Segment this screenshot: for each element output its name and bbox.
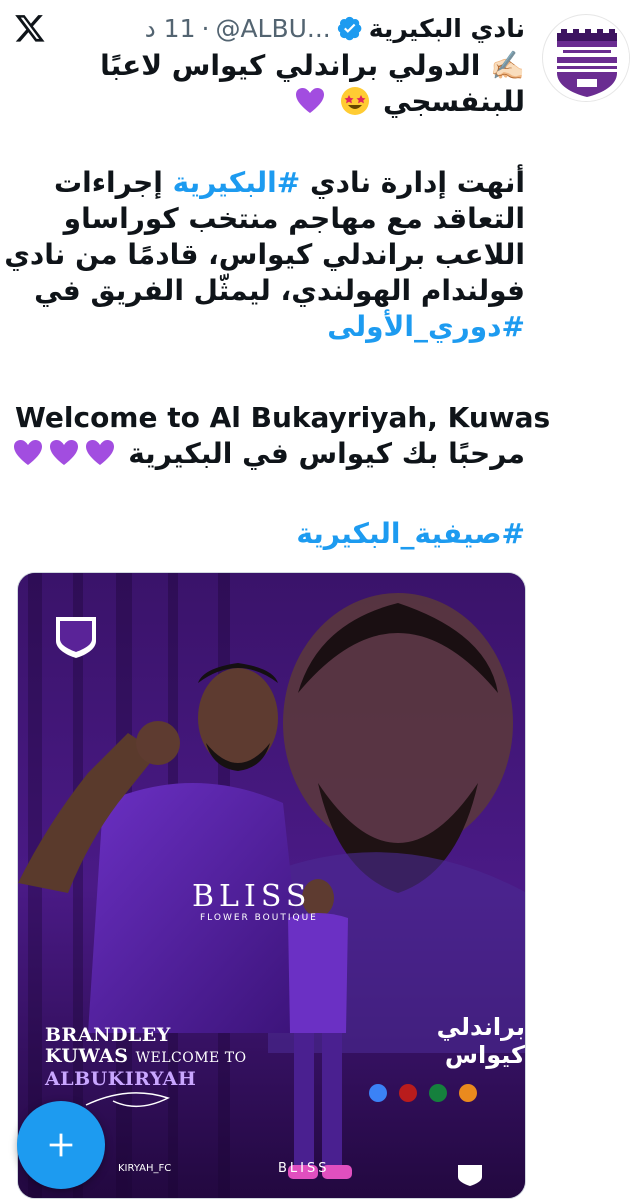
body-line: أنهت إدارة نادي #البكيرية إجراءات (54, 166, 525, 199)
post-body: أنهت إدارة نادي #البكيرية إجراءات التعاق… (4, 165, 525, 345)
display-name[interactable]: نادي البكيرية (369, 14, 525, 43)
body-line: فولندام الهولندي، ليمثّل الفريق في (34, 274, 525, 307)
welcome-text: Welcome to Al Bukayriyah, Kuwas مرحبًا ب… (12, 400, 551, 472)
player-name: BRANDLEY KUWAS WELCOME TO ALBUKIRYAH (45, 1024, 247, 1090)
welcome-arabic: مرحبًا بك كيواس في البكيرية (128, 437, 525, 470)
welcome-arabic-line: مرحبًا بك كيواس في البكيرية (12, 436, 525, 472)
avatar[interactable] (542, 14, 630, 102)
purple-heart-icon (12, 437, 44, 469)
plus-icon (49, 1133, 73, 1157)
body-line: اللاعب براندلي كيواس، قادمًا من نادي (4, 238, 525, 271)
body-line: #دوري_الأولى (15, 309, 525, 345)
user-handle[interactable]: @ALBU... (215, 14, 330, 43)
sponsor-footer: BLISS (278, 1161, 330, 1176)
star-struck-emoji-icon (339, 85, 371, 117)
hashtag-link[interactable]: #دوري_الأولى (327, 310, 525, 343)
hashtag-link[interactable]: #البكيرية (173, 166, 301, 199)
compose-button[interactable] (17, 1101, 105, 1189)
post-time[interactable]: 11 د (145, 14, 196, 43)
x-logo-icon[interactable] (14, 12, 46, 44)
poster-social-handle: KIRYAH_FC (118, 1163, 172, 1174)
hashtag-link[interactable]: #صيفية_البكيرية (296, 517, 525, 550)
sponsor-logo: BLISS (192, 879, 312, 914)
player-name-arabic: براندلي كيواس (436, 1013, 525, 1069)
title-line: للبنفسجي (85, 84, 525, 120)
welcome-english: Welcome to Al Bukayriyah, Kuwas (15, 401, 551, 434)
media-image[interactable]: BLISS FLOWER BOUTIQUE BRANDLEY KUWAS WEL… (17, 572, 526, 1199)
body-line: التعاقد مع مهاجم منتخب كوراساو (63, 202, 525, 235)
post-hashtag: #صيفية_البكيرية (15, 516, 525, 552)
verified-badge-icon (337, 15, 363, 41)
purple-heart-icon (294, 85, 326, 117)
purple-heart-icon (48, 437, 80, 469)
tweet-header: نادي البكيرية @ALBU... · 11 د (145, 8, 525, 48)
post-title: ✍🏻 الدولي براندلي كيواس لاعبًا للبنفسجي (85, 48, 525, 120)
purple-heart-icon (84, 437, 116, 469)
sponsor-subtitle: FLOWER BOUTIQUE (200, 913, 318, 923)
separator: · (201, 13, 210, 43)
title-line: ✍🏻 الدولي براندلي كيواس لاعبًا (100, 49, 525, 82)
